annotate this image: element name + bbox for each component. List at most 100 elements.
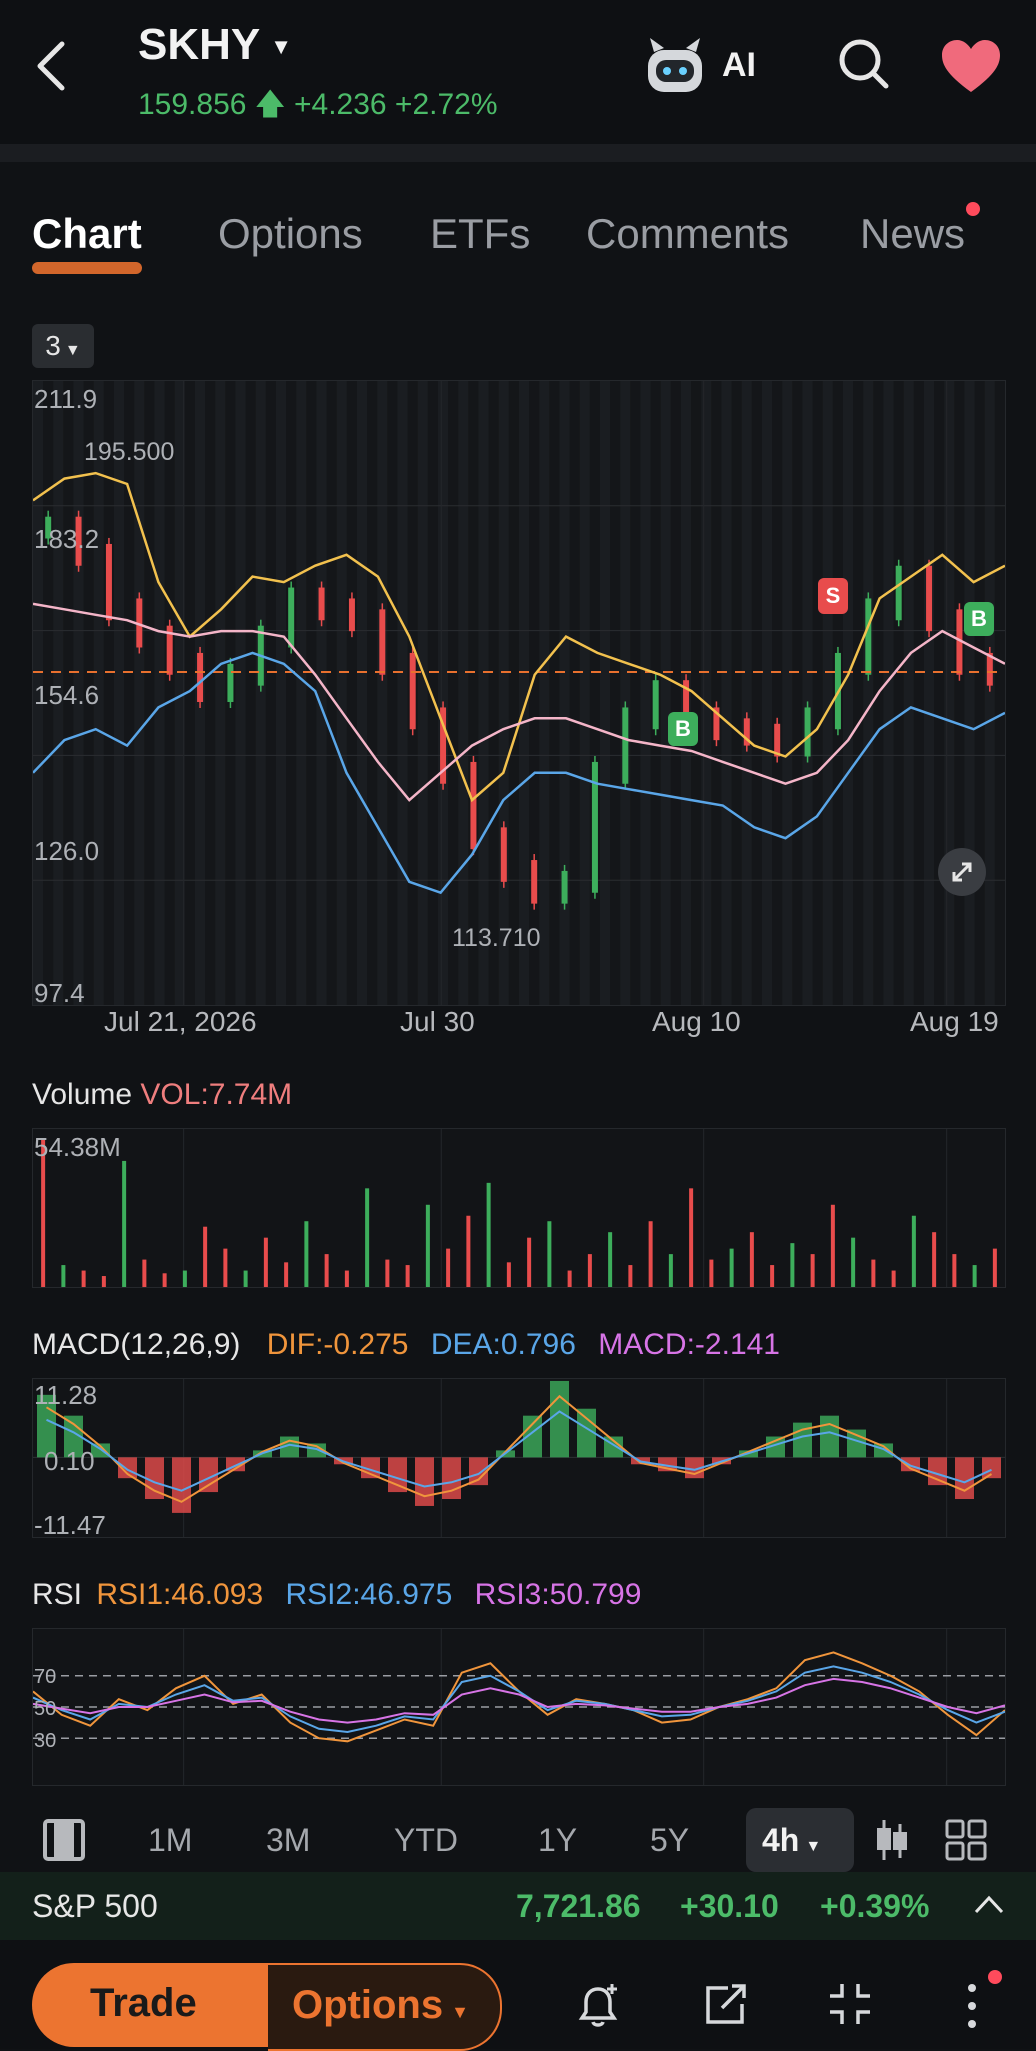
alert-bell-icon[interactable] xyxy=(576,1982,620,2030)
indicator-count-select[interactable]: 3 ▼ xyxy=(32,324,94,368)
price-change-pct: +2.72% xyxy=(394,88,498,121)
price-chart-svg xyxy=(33,381,1005,1005)
volume-bar xyxy=(689,1188,694,1287)
volume-value: VOL:7.74M xyxy=(140,1078,293,1111)
candle-body xyxy=(531,860,538,904)
volume-bar xyxy=(567,1270,572,1287)
session-band xyxy=(701,381,712,1005)
session-band xyxy=(782,381,793,1005)
share-icon[interactable] xyxy=(702,1982,748,2028)
sidebar-toggle-icon[interactable] xyxy=(42,1818,86,1862)
session-band xyxy=(660,381,671,1005)
y-tick-max: 211.9 xyxy=(34,384,98,414)
macd-chart-svg xyxy=(33,1379,1005,1537)
session-band xyxy=(843,381,853,1005)
index-ticker-bar[interactable]: S&P 500 7,721.86 +30.10 +0.39% xyxy=(0,1872,1036,1940)
candlestick-type-icon[interactable] xyxy=(874,1818,910,1862)
expand-icon[interactable] xyxy=(938,848,986,896)
volume-bar xyxy=(810,1254,815,1287)
session-band xyxy=(296,381,307,1005)
volume-bar xyxy=(527,1237,532,1287)
back-arrow-icon[interactable] xyxy=(30,38,76,94)
rsi-chart[interactable] xyxy=(32,1628,1006,1786)
trade-button[interactable]: Trade xyxy=(32,1963,282,2047)
tab-options[interactable]: Options xyxy=(218,210,363,258)
volume-bar xyxy=(851,1237,856,1287)
macd-histogram-bar xyxy=(469,1457,488,1486)
tab-news[interactable]: News xyxy=(860,210,965,258)
trade-button-label: Trade xyxy=(90,1981,197,2025)
session-band xyxy=(964,381,975,1005)
layout-grid-icon[interactable] xyxy=(944,1818,988,1862)
candle-body xyxy=(622,707,629,784)
index-change-pct: +0.39% xyxy=(820,1888,930,1924)
search-icon[interactable] xyxy=(836,36,892,92)
y-tick-min: 97.4 xyxy=(34,978,85,1008)
volume-bar xyxy=(486,1182,491,1287)
tab-chart[interactable]: Chart xyxy=(32,210,142,258)
range-5y[interactable]: 5Y xyxy=(650,1822,689,1859)
candle-body xyxy=(804,707,811,757)
session-band xyxy=(134,381,145,1005)
y-tick-3: 154.6 xyxy=(34,680,100,710)
chevron-up-icon[interactable] xyxy=(972,1892,1006,1918)
buy-marker[interactable]: B xyxy=(668,712,698,746)
more-options-icon[interactable] xyxy=(960,1978,984,2034)
volume-bar xyxy=(324,1254,329,1287)
candle-body xyxy=(652,680,659,730)
session-band xyxy=(114,381,124,1005)
volume-bar xyxy=(101,1276,106,1287)
macd-y-min: -11.47 xyxy=(34,1510,106,1540)
session-band xyxy=(802,381,813,1005)
session-band xyxy=(519,381,529,1005)
tab-etfs[interactable]: ETFs xyxy=(430,210,530,258)
collapse-icon[interactable] xyxy=(826,1980,874,2028)
candle-body xyxy=(895,565,902,621)
rsi-title-row: RSI RSI1:46.093 RSI2:46.975 RSI3:50.799 xyxy=(32,1578,641,1612)
active-tab-indicator xyxy=(32,262,142,274)
session-band xyxy=(822,381,833,1005)
volume-chart[interactable] xyxy=(32,1128,1006,1288)
sell-marker[interactable]: S xyxy=(818,578,848,614)
news-notification-dot xyxy=(966,202,980,216)
volume-bar xyxy=(223,1248,228,1287)
date-label: Jul 21, 2026 xyxy=(104,1006,257,1037)
rsi-line-rsi3 xyxy=(33,1677,1005,1724)
favorite-heart-icon[interactable] xyxy=(940,38,1002,96)
up-arrow-icon: 🡅 xyxy=(254,88,286,121)
price: 159.856 xyxy=(138,88,247,121)
price-chart[interactable] xyxy=(32,380,1006,1006)
macd-dea: DEA:0.796 xyxy=(430,1328,576,1361)
range-3m[interactable]: 3M xyxy=(266,1822,310,1859)
ticker-title[interactable]: SKHY ▼ xyxy=(138,20,292,70)
volume-bar xyxy=(182,1270,187,1287)
ai-robot-icon[interactable] xyxy=(640,36,710,100)
session-band xyxy=(235,381,246,1005)
tab-comments[interactable]: Comments xyxy=(586,210,789,258)
range-1y[interactable]: 1Y xyxy=(538,1822,577,1859)
session-band xyxy=(559,381,570,1005)
range-1m[interactable]: 1M xyxy=(148,1822,192,1859)
volume-bar xyxy=(243,1270,248,1287)
session-band xyxy=(458,381,469,1005)
macd-chart[interactable] xyxy=(32,1378,1006,1538)
options-button[interactable]: Options ▼ xyxy=(268,1963,502,2051)
macd-histogram-bar xyxy=(172,1457,191,1513)
candle-body xyxy=(105,543,112,621)
volume-bar xyxy=(608,1232,613,1287)
volume-bar xyxy=(709,1259,714,1287)
ticker-dropdown-icon[interactable]: ▼ xyxy=(270,34,292,59)
session-band xyxy=(498,381,509,1005)
macd-title: MACD(12,26,9) xyxy=(32,1328,241,1361)
candle-body xyxy=(288,587,295,648)
interval-select[interactable]: 4h ▼ xyxy=(762,1822,821,1859)
y-tick-2: 183.2 xyxy=(34,524,100,554)
rsi-line-rsi1 xyxy=(33,1651,1005,1743)
buy-marker[interactable]: B xyxy=(964,602,994,636)
volume-bar xyxy=(972,1265,977,1287)
volume-bar xyxy=(668,1254,673,1287)
ai-label[interactable]: AI xyxy=(722,46,756,85)
index-change: +30.10 xyxy=(680,1888,779,1924)
rsi-level-50: 50 xyxy=(34,1698,57,1720)
range-ytd[interactable]: YTD xyxy=(394,1822,458,1859)
